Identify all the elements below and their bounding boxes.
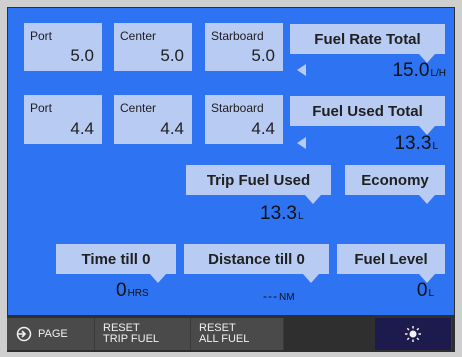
page-button[interactable]: PAGE	[7, 318, 95, 350]
center-rate-label: Center	[120, 29, 157, 43]
fuel-level-unit: L	[428, 288, 434, 299]
starboard-used-box: Starboard 4.4	[205, 95, 283, 144]
port-rate-box: Port 5.0	[24, 23, 102, 71]
left-arrow-icon	[297, 137, 306, 149]
fuel-rate-total-value: 15.0L/H	[392, 60, 446, 82]
trip-fuel-used-unit: L	[297, 211, 304, 222]
starboard-rate-label: Starboard	[211, 29, 264, 43]
starboard-rate-box: Starboard 5.0	[205, 23, 283, 71]
reset-trip-fuel-button[interactable]: RESET TRIP FUEL	[95, 318, 191, 350]
port-used-value: 4.4	[70, 119, 94, 138]
fuel-rate-total-number: 15.0	[392, 60, 430, 81]
time-till-0-unit: HRS	[127, 288, 149, 299]
center-rate-value: 5.0	[160, 46, 184, 65]
starboard-used-value: 4.4	[251, 119, 275, 138]
fuel-screen: Port 5.0 Center 5.0 Starboard 5.0 Fuel R…	[7, 7, 455, 316]
economy-label[interactable]: Economy	[345, 165, 445, 204]
fuel-used-total-unit: L	[432, 141, 438, 152]
starboard-rate-value: 5.0	[251, 46, 275, 65]
starboard-used-label: Starboard	[211, 101, 264, 115]
time-till-0-value: 0HRS	[116, 280, 149, 302]
reset-trip-line2: TRIP FUEL	[103, 333, 160, 345]
center-used-value: 4.4	[160, 119, 184, 138]
port-used-box: Port 4.4	[24, 95, 102, 144]
page-label: PAGE	[38, 327, 68, 340]
fuel-level-label[interactable]: Fuel Level	[337, 244, 445, 283]
port-rate-label: Port	[30, 29, 53, 43]
left-arrow-icon	[297, 64, 306, 76]
fuel-level-value: 0L	[417, 280, 434, 302]
trip-fuel-used-value: 13.3L	[260, 203, 304, 225]
reset-all-line2: ALL FUEL	[199, 333, 250, 345]
port-used-label: Port	[30, 101, 53, 115]
fuel-used-total-label[interactable]: Fuel Used Total	[290, 96, 445, 135]
center-used-label: Center	[120, 101, 157, 115]
softkey-bar: PAGE RESET TRIP FUEL RESET ALL FUEL	[7, 316, 455, 352]
trip-fuel-used-label[interactable]: Trip Fuel Used	[186, 165, 331, 204]
fuel-used-total-value: 13.3L	[394, 133, 438, 155]
time-till-0-label[interactable]: Time till 0	[56, 244, 176, 283]
time-till-0-number: 0	[116, 280, 127, 301]
center-used-box: Center 4.4	[114, 95, 192, 144]
blank-softkey[interactable]	[284, 318, 375, 350]
port-rate-value: 5.0	[70, 46, 94, 65]
trip-fuel-used-number: 13.3	[260, 203, 297, 224]
fuel-rate-total-unit: L/H	[430, 68, 446, 79]
fuel-level-number: 0	[416, 280, 428, 301]
page-icon	[16, 326, 32, 342]
fuel-rate-total-label[interactable]: Fuel Rate Total	[290, 24, 445, 63]
brightness-button[interactable]	[375, 318, 452, 350]
reset-all-fuel-button[interactable]: RESET ALL FUEL	[191, 318, 284, 350]
brightness-icon	[405, 326, 421, 342]
distance-till-0-value: ---NM	[263, 284, 295, 306]
distance-till-0-label[interactable]: Distance till 0	[184, 244, 329, 283]
device-frame: Port 5.0 Center 5.0 Starboard 5.0 Fuel R…	[0, 0, 462, 357]
center-rate-box: Center 5.0	[114, 23, 192, 71]
distance-till-0-number: ---	[263, 289, 278, 303]
distance-till-0-unit: NM	[279, 292, 295, 303]
fuel-used-total-number: 13.3	[394, 133, 432, 154]
